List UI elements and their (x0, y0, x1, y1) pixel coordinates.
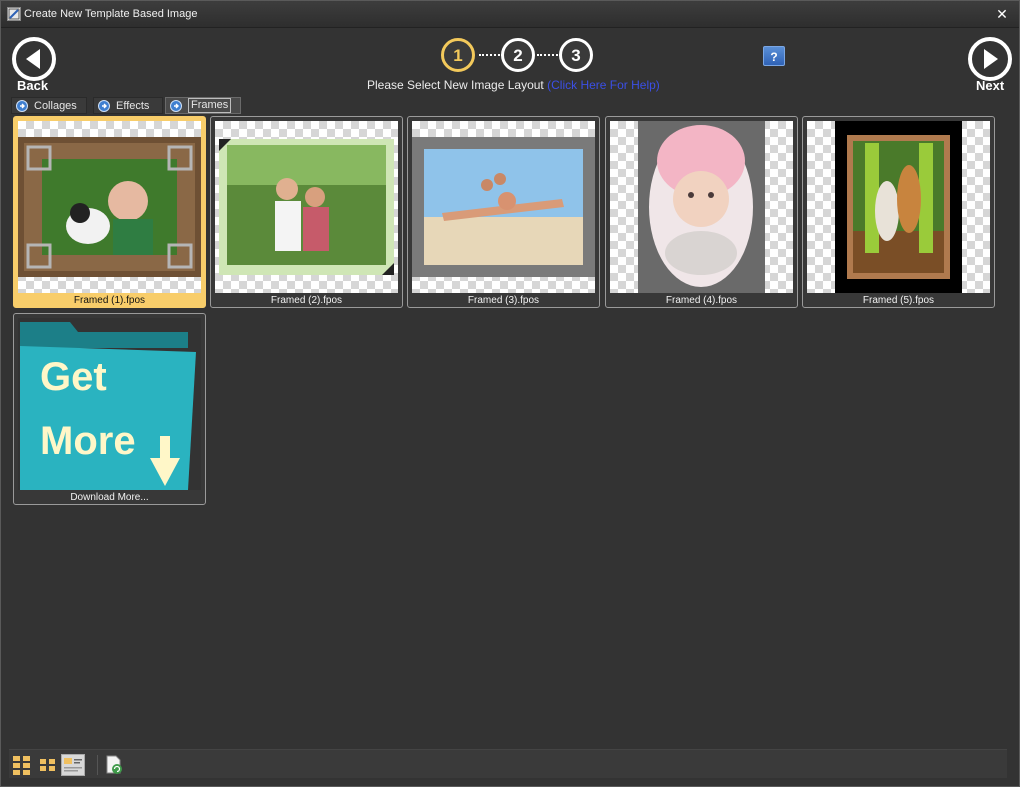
template-caption: Framed (5).fpos (862, 295, 935, 306)
arrow-circle-icon (16, 100, 28, 112)
instruction-label: Please Select New Image Layout (367, 78, 548, 92)
template-caption: Framed (2).fpos (270, 295, 343, 306)
tab-collages[interactable]: Collages (11, 97, 87, 114)
template-tile[interactable]: Framed (1).fpos (13, 116, 206, 308)
template-thumbnail (215, 121, 398, 293)
step-1: 1 (441, 38, 475, 72)
back-arrow-icon (26, 49, 40, 69)
step-2: 2 (501, 38, 535, 72)
refresh-document-icon (106, 755, 122, 774)
instruction-text: Please Select New Image Layout (Click He… (367, 78, 660, 92)
title-bar: Create New Template Based Image ✕ (1, 1, 1019, 28)
tab-frames[interactable]: Frames (165, 97, 241, 114)
view-toolbar (9, 749, 1007, 778)
tab-effects[interactable]: Effects (93, 97, 163, 114)
large-icons-view-button[interactable] (11, 754, 33, 776)
step-connector (537, 54, 561, 58)
step-3: 3 (559, 38, 593, 72)
next-button[interactable] (967, 36, 1013, 82)
tab-label: Frames (188, 98, 232, 113)
wizard-steps: 1 2 3 (439, 38, 594, 74)
refresh-button[interactable] (103, 754, 125, 776)
step-connector (479, 54, 503, 58)
small-grid-icon (40, 759, 55, 771)
template-thumbnail (807, 121, 990, 293)
template-thumbnail (412, 121, 595, 293)
help-button[interactable]: ? (763, 46, 785, 66)
get-more-line2: More (40, 419, 136, 463)
details-icon (64, 758, 82, 772)
template-caption: Framed (3).fpos (467, 295, 540, 306)
download-more-tile[interactable]: Get More Download More... (13, 313, 206, 505)
grid-icon (13, 756, 30, 775)
get-more-thumbnail: Get More (18, 318, 201, 490)
back-button[interactable] (11, 36, 57, 82)
close-button[interactable]: ✕ (993, 5, 1011, 23)
app-icon (7, 7, 21, 21)
help-link[interactable]: (Click Here For Help) (547, 78, 660, 92)
arrow-circle-icon (98, 100, 110, 112)
toolbar-separator (97, 755, 98, 775)
next-arrow-icon (984, 49, 998, 69)
tab-label: Effects (116, 100, 150, 112)
template-caption: Framed (1).fpos (73, 295, 146, 306)
arrow-circle-icon (170, 100, 182, 112)
details-view-button[interactable] (61, 754, 85, 776)
next-label[interactable]: Next (976, 78, 1004, 93)
back-label[interactable]: Back (17, 78, 48, 93)
template-thumbnail (18, 121, 201, 293)
template-tile[interactable]: Framed (5).fpos (802, 116, 995, 308)
dialog-window: Create New Template Based Image ✕ Back N… (0, 0, 1020, 787)
template-thumbnail (610, 121, 793, 293)
get-more-line1: Get (40, 355, 107, 399)
template-tile[interactable]: Framed (2).fpos (210, 116, 403, 308)
template-tile[interactable]: Framed (4).fpos (605, 116, 798, 308)
window-title: Create New Template Based Image (24, 8, 198, 20)
tab-label: Collages (34, 100, 77, 112)
template-tile[interactable]: Framed (3).fpos (407, 116, 600, 308)
template-caption: Download More... (70, 492, 149, 503)
template-caption: Framed (4).fpos (665, 295, 738, 306)
template-gallery: Framed (1).fpos Framed (2).fpos Framed (… (9, 114, 1011, 744)
medium-icons-view-button[interactable] (37, 754, 59, 776)
